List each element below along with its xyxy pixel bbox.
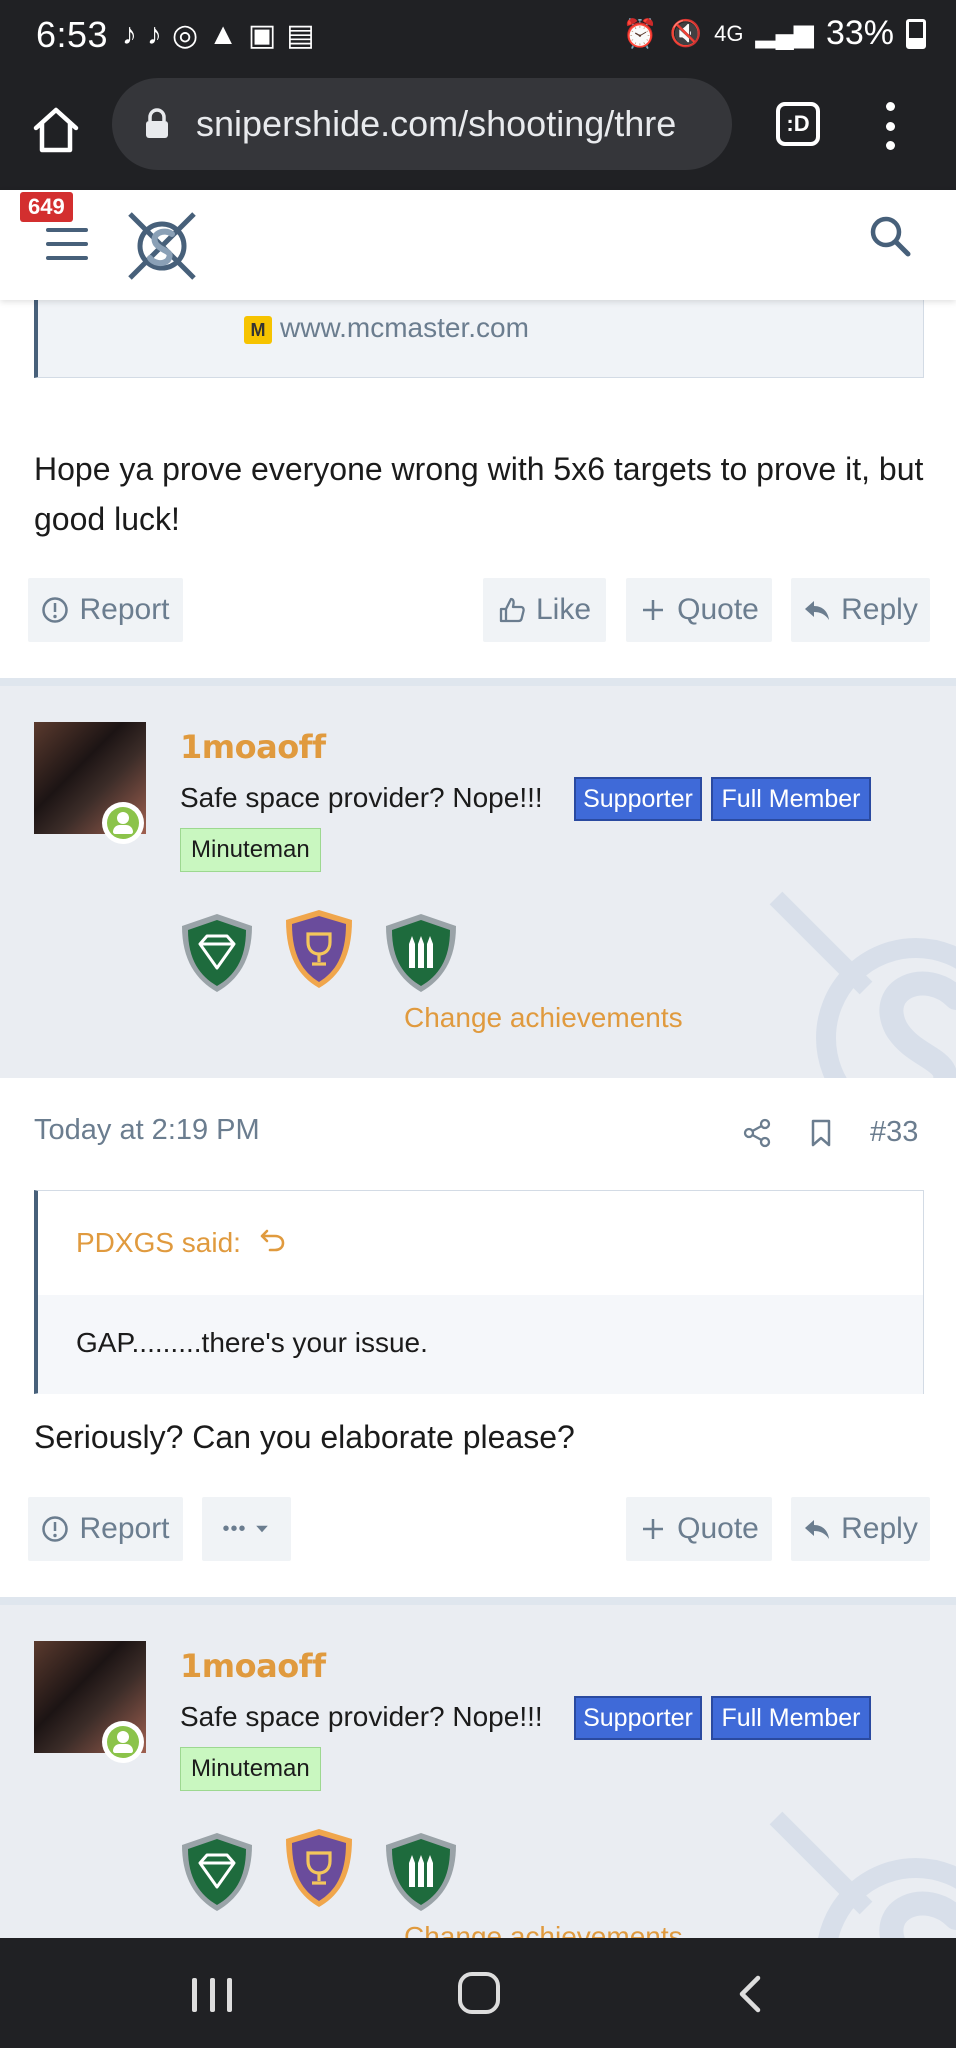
caret-down-icon xyxy=(255,1525,268,1533)
full-member-banner: Full Member xyxy=(711,777,871,821)
mcmaster-favicon: M xyxy=(244,316,272,344)
report-label: Report xyxy=(79,1512,170,1545)
home-button-icon[interactable] xyxy=(458,1972,500,2014)
username[interactable]: 1moaoff xyxy=(180,1647,326,1685)
more-actions-button[interactable]: ••• xyxy=(202,1497,291,1561)
site-header: 649 xyxy=(0,190,956,300)
post-body: Seriously? Can you elaborate please? xyxy=(34,1419,575,1455)
cup-trophy-icon[interactable] xyxy=(278,1825,360,1911)
system-navigation-bar xyxy=(0,1938,956,2048)
signal-icon: ▂▄▆ xyxy=(755,18,814,48)
tiktok-icon: ♪ xyxy=(147,18,162,51)
hamburger-menu-icon[interactable] xyxy=(46,228,88,260)
bookmark-icon[interactable] xyxy=(806,1118,836,1148)
search-icon[interactable] xyxy=(868,214,912,258)
supporter-banner: Supporter xyxy=(574,1696,702,1740)
post-divider xyxy=(0,678,956,686)
quote-author[interactable]: PDXGS said: xyxy=(76,1227,241,1259)
lock-icon xyxy=(146,108,168,138)
ammo-trophy-icon[interactable] xyxy=(380,1829,462,1915)
plus-icon xyxy=(643,600,664,620)
status-time: 6:53 xyxy=(36,14,109,55)
share-icon[interactable] xyxy=(742,1118,772,1148)
battery-icon xyxy=(906,18,926,49)
report-label: Report xyxy=(79,593,170,626)
news-icon: ▤ xyxy=(286,19,315,52)
online-status-icon xyxy=(102,802,144,844)
back-icon[interactable] xyxy=(736,1974,762,2014)
thumbs-up-icon xyxy=(499,597,525,623)
system-icons: ⏰ 🔇 4G ▂▄▆ 33% xyxy=(623,14,926,53)
alarm-icon: ⏰ xyxy=(622,18,658,49)
reply-label: Reply xyxy=(841,1512,918,1545)
quote-body: GAP.........there's your issue. xyxy=(38,1295,923,1394)
drive-icon: ▲ xyxy=(208,18,238,51)
user-title: Safe space provider? Nope!!! xyxy=(180,782,543,813)
more-dots-icon: ••• xyxy=(222,1517,247,1540)
link-url[interactable]: www.mcmaster.com xyxy=(280,312,529,344)
minuteman-banner: Minuteman xyxy=(180,828,321,872)
notification-icons: ♪ ♪ ◎ ▲ ▣ ▤ xyxy=(122,18,315,53)
snipershide-watermark xyxy=(769,1811,956,1938)
username[interactable]: 1moaoff xyxy=(180,728,326,766)
home-icon[interactable] xyxy=(30,104,82,156)
reply-icon xyxy=(805,601,830,620)
battery-percent: 33% xyxy=(825,14,894,52)
reply-label: Reply xyxy=(841,593,918,626)
change-achievements-link[interactable]: Change achievements xyxy=(404,1002,683,1034)
supporter-banner: Supporter xyxy=(574,777,702,821)
url-text: snipershide.com/shooting/thre xyxy=(196,103,677,144)
post-date[interactable]: Today at 2:19 PM xyxy=(34,1114,260,1147)
quote-label: Quote xyxy=(677,593,759,626)
app-icon: ▣ xyxy=(247,19,277,52)
status-bar: 6:53 ♪ ♪ ◎ ▲ ▣ ▤ ⏰ 🔇 4G ▂▄▆ 33% xyxy=(0,0,956,74)
alert-icon xyxy=(42,1516,69,1542)
network-label: 4G xyxy=(714,20,744,46)
recent-apps-icon[interactable] xyxy=(192,1978,232,2012)
snipershide-watermark xyxy=(769,891,956,1078)
browser-toolbar: snipershide.com/shooting/thre :D xyxy=(0,74,956,190)
post-body: Hope ya prove everyone wrong with 5x6 ta… xyxy=(34,451,924,537)
notification-badge[interactable]: 649 xyxy=(20,192,73,222)
link-preview[interactable]: M www.mcmaster.com xyxy=(34,300,924,378)
quote-label: Quote xyxy=(677,1512,759,1545)
report-button[interactable]: Report xyxy=(28,578,183,642)
tiktok-icon: ♪ xyxy=(122,18,137,51)
quote-button[interactable]: Quote xyxy=(626,578,772,642)
reply-button[interactable]: Reply xyxy=(791,1497,930,1561)
cup-trophy-icon[interactable] xyxy=(278,906,360,992)
like-button[interactable]: Like xyxy=(483,578,606,642)
quote-header: PDXGS said: xyxy=(38,1191,923,1295)
user-info-block: 1moaoff Safe space provider? Nope!!! Sup… xyxy=(0,1605,956,1938)
mute-icon: 🔇 xyxy=(669,18,703,48)
browser-menu-icon[interactable] xyxy=(884,102,896,150)
reply-button[interactable]: Reply xyxy=(791,578,930,642)
user-title: Safe space provider? Nope!!! xyxy=(180,1701,543,1732)
change-achievements-link[interactable]: Change achievements xyxy=(404,1921,683,1938)
quote-jump-icon[interactable] xyxy=(258,1225,288,1255)
user-info-block: 1moaoff Safe space provider? Nope!!! Sup… xyxy=(0,686,956,1078)
address-bar[interactable]: snipershide.com/shooting/thre xyxy=(112,78,732,170)
snipershide-logo[interactable] xyxy=(124,206,200,284)
full-member-banner: Full Member xyxy=(711,1696,871,1740)
quote-button[interactable]: Quote xyxy=(626,1497,772,1561)
reply-icon xyxy=(805,1520,830,1539)
quote-text: GAP.........there's your issue. xyxy=(76,1327,428,1358)
diamond-trophy-icon[interactable] xyxy=(176,1829,258,1915)
post-divider xyxy=(0,1597,956,1605)
camera-icon: ◎ xyxy=(172,19,199,52)
minuteman-banner: Minuteman xyxy=(180,1747,321,1791)
tab-switcher-button[interactable]: :D xyxy=(776,102,820,146)
like-label: Like xyxy=(535,593,592,626)
report-button[interactable]: Report xyxy=(28,1497,183,1561)
plus-icon xyxy=(643,1519,664,1539)
quote-block: PDXGS said: GAP.........there's your iss… xyxy=(34,1190,924,1394)
diamond-trophy-icon[interactable] xyxy=(176,910,258,996)
post-number[interactable]: #33 xyxy=(870,1116,918,1149)
ammo-trophy-icon[interactable] xyxy=(380,910,462,996)
alert-icon xyxy=(42,597,69,623)
online-status-icon xyxy=(102,1721,144,1763)
